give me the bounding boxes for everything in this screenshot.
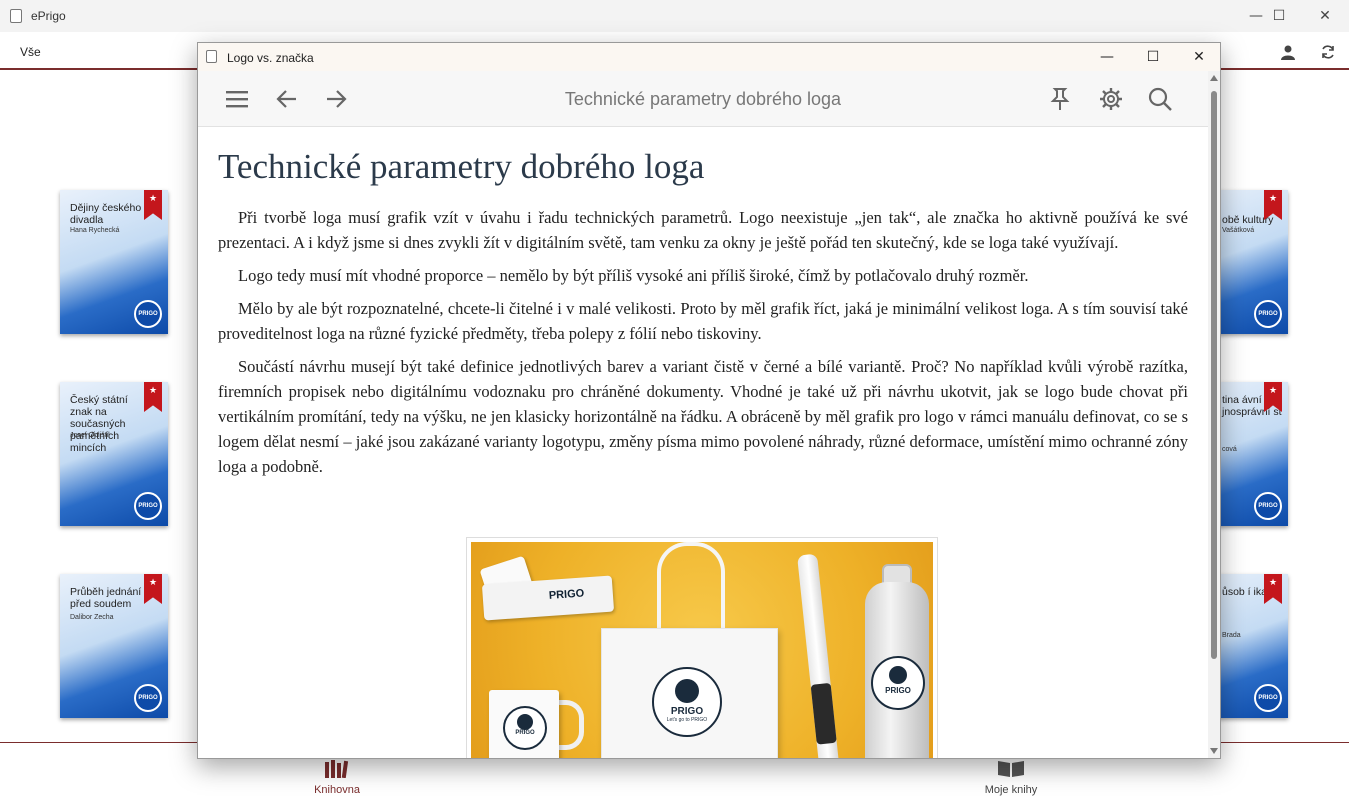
- reader-maximize-button[interactable]: ☐: [1130, 43, 1176, 71]
- article-figure: PRIGO PRIGO Let's go to PRIGO PRIGO PRIG…: [466, 537, 938, 758]
- bookmark-ribbon-icon: ★: [144, 382, 162, 412]
- prigo-emblem: PRIGO: [871, 656, 925, 710]
- reader-minimize-button[interactable]: —: [1084, 43, 1130, 71]
- user-icon[interactable]: [1280, 44, 1296, 60]
- article-heading: Technické parametry dobrého loga: [218, 147, 705, 186]
- mug-handle: [555, 700, 584, 750]
- search-icon[interactable]: [1146, 85, 1174, 113]
- book-title: Dějiny českého divadla: [70, 202, 142, 226]
- article-content: Technické parametry dobrého loga Při tvo…: [218, 127, 1188, 487]
- bottle: PRIGO: [865, 582, 929, 758]
- book-open-icon: [998, 761, 1024, 777]
- book-title: Český státní znak na současných pamětníc…: [70, 394, 128, 454]
- scroll-up-icon[interactable]: [1210, 75, 1218, 81]
- bookmark-ribbon-icon: ★: [144, 574, 162, 604]
- bookmark-ribbon-icon: ★: [144, 190, 162, 220]
- gear-icon[interactable]: [1097, 85, 1125, 113]
- book-cover[interactable]: Dějiny českého divadla Hana Rychecká ★ P…: [60, 190, 168, 334]
- prigo-emblem: PRIGO Let's go to PRIGO: [652, 667, 722, 737]
- pin-icon[interactable]: [1046, 85, 1074, 113]
- article-paragraph: Při tvorbě loga musí grafik vzít v úvahu…: [218, 208, 1188, 252]
- mug: PRIGO: [489, 690, 559, 758]
- book-title: Průběh jednání před soudem: [70, 586, 142, 610]
- book-author: cová: [1222, 446, 1237, 453]
- book-cover[interactable]: Český státní znak na současných pamětníc…: [60, 382, 168, 526]
- tote-bag: PRIGO Let's go to PRIGO: [601, 628, 778, 758]
- article-paragraph: Logo tedy musí mít vhodné proporce – nem…: [238, 266, 1029, 285]
- book-cover[interactable]: Průběh jednání před soudem Dalibor Zecha…: [60, 574, 168, 718]
- usb-drive: PRIGO: [481, 575, 615, 621]
- branded-merchandise-image: PRIGO PRIGO Let's go to PRIGO PRIGO PRIG…: [471, 542, 933, 758]
- prigo-logo-icon: PRIGO: [1254, 492, 1282, 520]
- app-titlebar: ePrigo — ☐ ✕: [0, 0, 1349, 32]
- reader-toolbar: Technické parametry dobrého loga: [198, 71, 1208, 127]
- reader-window: Logo vs. značka — ☐ ✕ Technické parametr…: [197, 42, 1221, 759]
- sync-icon[interactable]: [1320, 44, 1336, 60]
- book-author: Josef Oplištil: [70, 432, 110, 439]
- prigo-logo-icon: PRIGO: [134, 300, 162, 328]
- pen: [797, 553, 841, 758]
- usb-brand: PRIGO: [548, 587, 585, 602]
- maximize-button[interactable]: ☐: [1256, 0, 1302, 32]
- bookmark-ribbon-icon: ★: [1264, 574, 1282, 604]
- app-icon: [10, 9, 22, 23]
- chapter-title: Technické parametry dobrého loga: [564, 89, 842, 109]
- article-paragraph: Součástí návrhu musejí být také definice…: [218, 357, 1188, 476]
- prigo-logo-icon: PRIGO: [1254, 684, 1282, 712]
- arrow-left-icon[interactable]: [273, 85, 301, 113]
- book-author: Vašátková: [1222, 227, 1255, 234]
- reader-scrollbar[interactable]: [1208, 71, 1220, 758]
- reader-close-button[interactable]: ✕: [1176, 43, 1220, 71]
- menu-icon[interactable]: [223, 85, 251, 113]
- filter-all[interactable]: Vše: [20, 45, 41, 59]
- book-author: Hana Rychecká: [70, 227, 120, 234]
- prigo-emblem: PRIGO: [503, 706, 547, 750]
- reader-app-icon: [206, 50, 217, 63]
- scroll-down-icon[interactable]: [1210, 748, 1218, 754]
- arrow-right-icon[interactable]: [322, 85, 350, 113]
- book-title: obě kultury: [1222, 214, 1274, 226]
- prigo-logo-icon: PRIGO: [1254, 300, 1282, 328]
- reader-window-title: Logo vs. značka: [227, 51, 314, 65]
- close-button[interactable]: ✕: [1302, 0, 1348, 32]
- book-author: Dalibor Zecha: [70, 614, 114, 621]
- nav-library-label: Knihovna: [314, 784, 360, 796]
- scrollbar-thumb[interactable]: [1211, 91, 1217, 659]
- pen-grip: [810, 682, 837, 745]
- app-title: ePrigo: [31, 9, 66, 23]
- library-icon: [325, 760, 349, 778]
- nav-my-books-label: Moje knihy: [984, 784, 1038, 796]
- prigo-logo-icon: PRIGO: [134, 492, 162, 520]
- reader-titlebar: Logo vs. značka — ☐ ✕: [198, 43, 1220, 71]
- prigo-logo-icon: PRIGO: [134, 684, 162, 712]
- book-author: Brada: [1222, 632, 1241, 639]
- article-paragraph: Mělo by ale být rozpoznatelné, chcete-li…: [218, 299, 1188, 343]
